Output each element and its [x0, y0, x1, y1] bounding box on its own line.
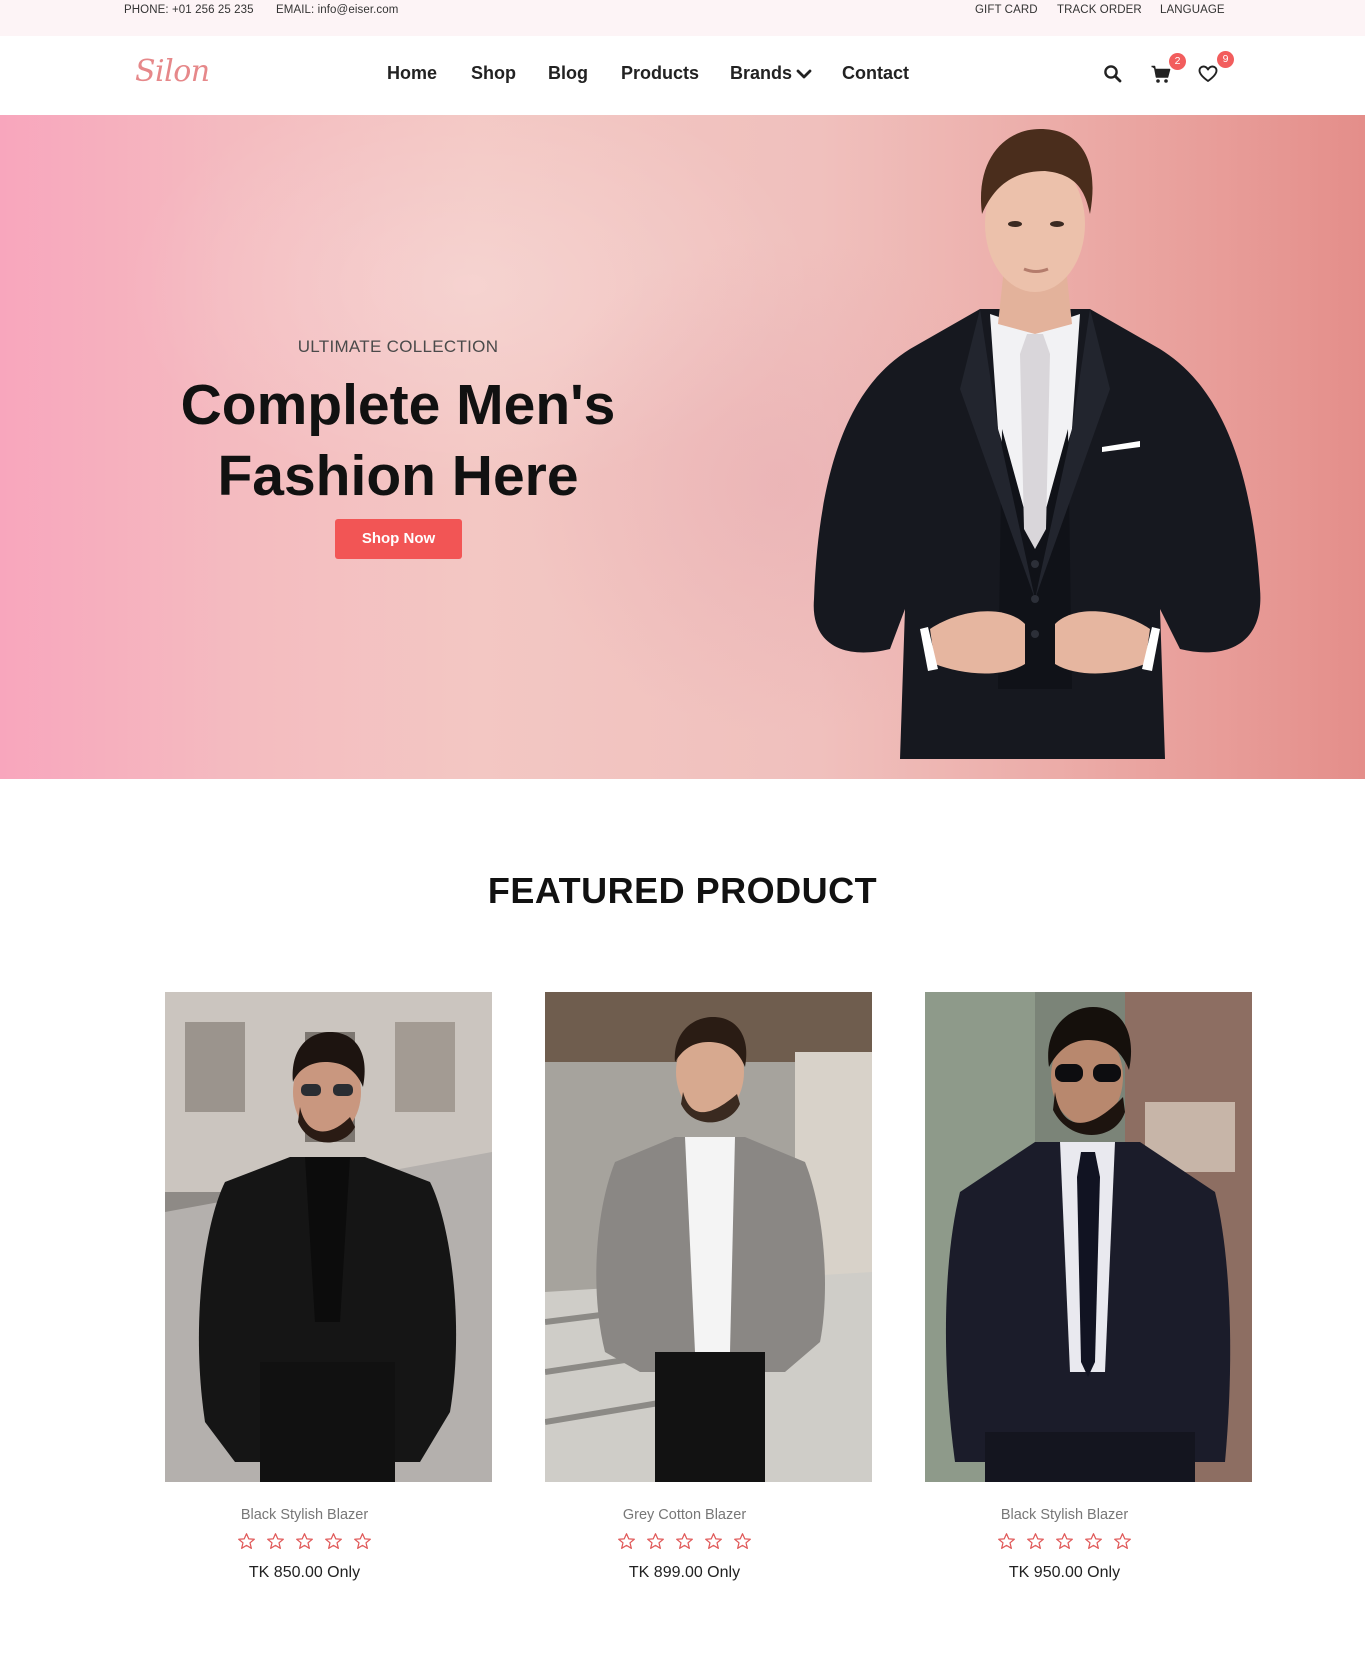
nav-shop[interactable]: Shop [471, 63, 516, 84]
product-price: TK 950.00 Only [1008, 1564, 1121, 1581]
product-name[interactable]: Grey Cotton Blazer [545, 1507, 824, 1523]
star-icon[interactable] [733, 1532, 752, 1551]
hero-subtitle: ULTIMATE COLLECTION [297, 337, 499, 356]
wishlist-count-badge: 9 [1217, 51, 1234, 68]
star-icon[interactable] [997, 1532, 1016, 1551]
star-icon[interactable] [1055, 1532, 1074, 1551]
main-header: Silon Home Shop Blog Products Brands Con… [0, 36, 1365, 115]
nav-contact[interactable]: Contact [842, 63, 909, 84]
hero-title: Complete Men's Fashion Here [100, 370, 696, 512]
cart-icon[interactable] [1150, 63, 1172, 85]
star-icon[interactable] [266, 1532, 285, 1551]
star-icon[interactable] [704, 1532, 723, 1551]
shop-now-button[interactable]: Shop Now [335, 519, 462, 559]
email-info[interactable]: EMAIL: info@eiser.com [276, 4, 398, 16]
hero-title-line: Fashion Here [217, 444, 579, 508]
hero-title-line: Complete Men's [180, 373, 616, 437]
product-image[interactable] [925, 992, 1252, 1482]
top-bar: PHONE: +01 256 25 235 EMAIL: info@eiser.… [0, 0, 1365, 36]
site-logo[interactable]: Silon [135, 54, 210, 89]
product-rating [545, 1532, 824, 1556]
hero-banner: ULTIMATE COLLECTION Complete Men's Fashi… [0, 115, 1365, 779]
language-link[interactable]: LANGUAGE [1160, 4, 1225, 16]
nav-products[interactable]: Products [621, 63, 699, 84]
product-rating [925, 1532, 1204, 1556]
nav-blog[interactable]: Blog [548, 63, 588, 84]
heart-icon[interactable] [1197, 63, 1219, 85]
phone-info: PHONE: +01 256 25 235 [124, 4, 254, 16]
star-icon[interactable] [675, 1532, 694, 1551]
hero-model-image [813, 129, 1261, 759]
product-rating [165, 1532, 444, 1556]
cart-count-badge: 2 [1169, 53, 1186, 70]
product-price: TK 899.00 Only [628, 1564, 741, 1581]
product-card[interactable]: Black Stylish Blazer TK 850.00 Only [165, 992, 492, 1581]
star-icon[interactable] [1084, 1532, 1103, 1551]
featured-section-title: FEATURED PRODUCT [487, 870, 878, 911]
product-card[interactable]: Black Stylish Blazer TK 950.00 Only [925, 992, 1252, 1581]
star-icon[interactable] [353, 1532, 372, 1551]
star-icon[interactable] [617, 1532, 636, 1551]
chevron-down-icon [796, 69, 812, 79]
nav-brands-label: Brands [730, 63, 793, 83]
star-icon[interactable] [1113, 1532, 1132, 1551]
star-icon[interactable] [1026, 1532, 1045, 1551]
nav-brands[interactable]: Brands [730, 63, 812, 84]
track-order-link[interactable]: TRACK ORDER [1057, 4, 1142, 16]
product-card[interactable]: Grey Cotton Blazer TK 899.00 Only [545, 992, 872, 1581]
search-icon[interactable] [1102, 63, 1124, 85]
nav-home[interactable]: Home [387, 63, 437, 84]
star-icon[interactable] [646, 1532, 665, 1551]
product-price: TK 850.00 Only [248, 1564, 361, 1581]
product-image[interactable] [545, 992, 872, 1482]
product-image[interactable] [165, 992, 492, 1482]
star-icon[interactable] [324, 1532, 343, 1551]
gift-card-link[interactable]: GIFT CARD [975, 4, 1038, 16]
star-icon[interactable] [237, 1532, 256, 1551]
product-name[interactable]: Black Stylish Blazer [165, 1507, 444, 1523]
product-name[interactable]: Black Stylish Blazer [925, 1507, 1204, 1523]
star-icon[interactable] [295, 1532, 314, 1551]
